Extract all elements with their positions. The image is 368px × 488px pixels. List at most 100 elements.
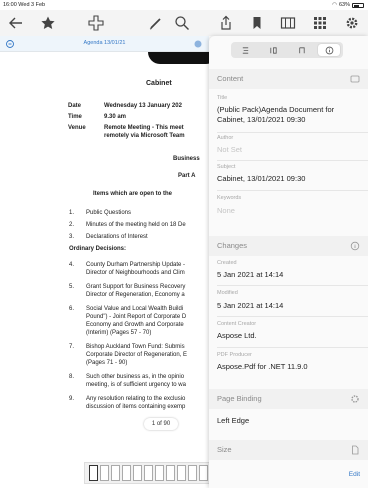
- keywords-label: Keywords: [217, 195, 242, 201]
- info-tab[interactable]: [318, 44, 340, 56]
- bookmark-list-icon: [269, 46, 277, 54]
- document-info-panel: Content Title (Public Pack)Agenda Docume…: [209, 36, 368, 488]
- item-number: 2.: [69, 222, 75, 228]
- item-text: Grant Support for Business Recovery: [86, 284, 186, 290]
- size-header-label: Size: [217, 445, 232, 454]
- toolbar: [0, 10, 368, 36]
- thumbnail[interactable]: [155, 465, 164, 481]
- item-text: Bishop Auckland Town Fund: Submis: [86, 344, 185, 350]
- binding-value[interactable]: Left Edge: [217, 416, 362, 426]
- item-text: discussion of items containing exemp: [86, 404, 186, 410]
- thumbnail[interactable]: [100, 465, 109, 481]
- star-icon[interactable]: [38, 13, 58, 33]
- divider: [217, 347, 368, 348]
- item-number: 9.: [69, 396, 75, 402]
- time-value: 9.30 am: [104, 114, 127, 120]
- item-text: Director of Neighbourhoods and Clim: [86, 270, 185, 276]
- divider: [217, 285, 368, 286]
- wifi-icon: ◠: [332, 2, 337, 8]
- item-text: Economy and Growth and Corporate: [86, 322, 184, 328]
- dropdown-icon[interactable]: [193, 39, 203, 49]
- item-number: 1.: [69, 210, 75, 216]
- breadcrumb: Agenda 13/01/21: [0, 36, 209, 52]
- status-right: ◠ 63%: [332, 2, 364, 8]
- part-heading: Part A: [178, 173, 196, 179]
- thumbnail-strip[interactable]: [84, 462, 218, 484]
- keywords-value[interactable]: None: [217, 206, 362, 216]
- divider: [217, 190, 368, 191]
- item-number: 6.: [69, 306, 75, 312]
- thumbnail[interactable]: [177, 465, 186, 481]
- back-icon[interactable]: [6, 13, 26, 33]
- open-items-heading: Items which are open to the: [93, 191, 173, 197]
- item-text: Minutes of the meeting held on 18 De: [86, 222, 186, 228]
- venue-value-1: Remote Meeting - This meet: [104, 125, 184, 131]
- battery-icon: [352, 2, 364, 8]
- info-icon[interactable]: [350, 241, 360, 251]
- item-text: Public Questions: [86, 210, 132, 216]
- document-icon: [350, 75, 360, 83]
- item-text: Director of Regeneration, Economy a: [86, 292, 185, 298]
- ordinary-heading: Ordinary Decisions:: [69, 246, 127, 252]
- thumbnail[interactable]: [122, 465, 131, 481]
- annotations-tab[interactable]: [290, 44, 312, 56]
- divider: [217, 316, 368, 317]
- bookmarks-tab[interactable]: [262, 44, 284, 56]
- venue-value-2: remotely via Microsoft Team: [104, 133, 185, 139]
- producer-label: PDF Producer: [217, 352, 252, 358]
- page-indicator: 1 of 90: [144, 418, 178, 430]
- title-label: Title: [217, 95, 228, 101]
- content-header-label: Content: [217, 74, 244, 83]
- bookmark-icon[interactable]: [247, 13, 267, 33]
- title-value[interactable]: (Public Pack)Agenda Document for Cabinet…: [217, 105, 362, 125]
- item-text: County Durham Partnership Update -: [86, 262, 186, 268]
- gear-icon[interactable]: [342, 13, 362, 33]
- thumbnail[interactable]: [144, 465, 153, 481]
- panel-segmented-control: [231, 42, 343, 58]
- reader-icon[interactable]: [278, 13, 298, 33]
- divider: [217, 160, 368, 161]
- item-text: Corporate Director of Regeneration, E: [86, 352, 188, 358]
- thumbnail[interactable]: [188, 465, 197, 481]
- date-value: Wednesday 13 January 202: [104, 103, 182, 109]
- item-text: Declarations of Interest: [86, 234, 148, 240]
- grid-icon[interactable]: [310, 13, 330, 33]
- gear-icon[interactable]: [350, 394, 360, 404]
- item-number: 4.: [69, 262, 75, 268]
- business-heading: Business: [173, 156, 200, 162]
- author-value[interactable]: Not Set: [217, 145, 362, 155]
- status-bar: 16:00 Wed 3 Feb ◠ 63%: [0, 0, 368, 10]
- item-text: (Pages 71 - 90): [86, 360, 128, 366]
- creator-value: Aspose Ltd.: [217, 331, 257, 340]
- thumbnail[interactable]: [89, 465, 98, 481]
- page-header-graphic: [148, 52, 209, 64]
- thumbnail[interactable]: [133, 465, 142, 481]
- item-text: Such other business as, in the opinio: [86, 374, 185, 380]
- edit-button[interactable]: Edit: [349, 471, 360, 478]
- search-icon[interactable]: [172, 13, 192, 33]
- breadcrumb-title[interactable]: Agenda 13/01/21: [0, 40, 209, 46]
- thumbnail[interactable]: [166, 465, 175, 481]
- author-label: Author: [217, 135, 234, 141]
- creator-label: Content Creator: [217, 321, 257, 327]
- subject-label: Subject: [217, 164, 236, 170]
- changes-section-header: Changes: [209, 236, 368, 256]
- doc-heading: Cabinet: [146, 80, 172, 87]
- page-icon: [352, 445, 359, 455]
- time-label: Time: [68, 114, 82, 120]
- item-number: 5.: [69, 284, 75, 290]
- outline-tab[interactable]: [234, 44, 256, 56]
- size-section-header: Size: [209, 440, 368, 460]
- item-number: 3.: [69, 234, 75, 240]
- thumbnail[interactable]: [111, 465, 120, 481]
- subject-value[interactable]: Cabinet, 13/01/2021 09:30: [217, 174, 362, 184]
- thumbnail[interactable]: [199, 465, 208, 481]
- page-binding-section-header: Page Binding: [209, 389, 368, 409]
- battery-percent: 63%: [338, 2, 350, 8]
- content-section-header: Content: [209, 69, 368, 89]
- changes-header-label: Changes: [217, 241, 248, 250]
- add-page-icon[interactable]: [86, 13, 106, 33]
- binding-header-label: Page Binding: [217, 394, 262, 403]
- share-icon[interactable]: [216, 13, 236, 33]
- pen-icon[interactable]: [146, 13, 166, 33]
